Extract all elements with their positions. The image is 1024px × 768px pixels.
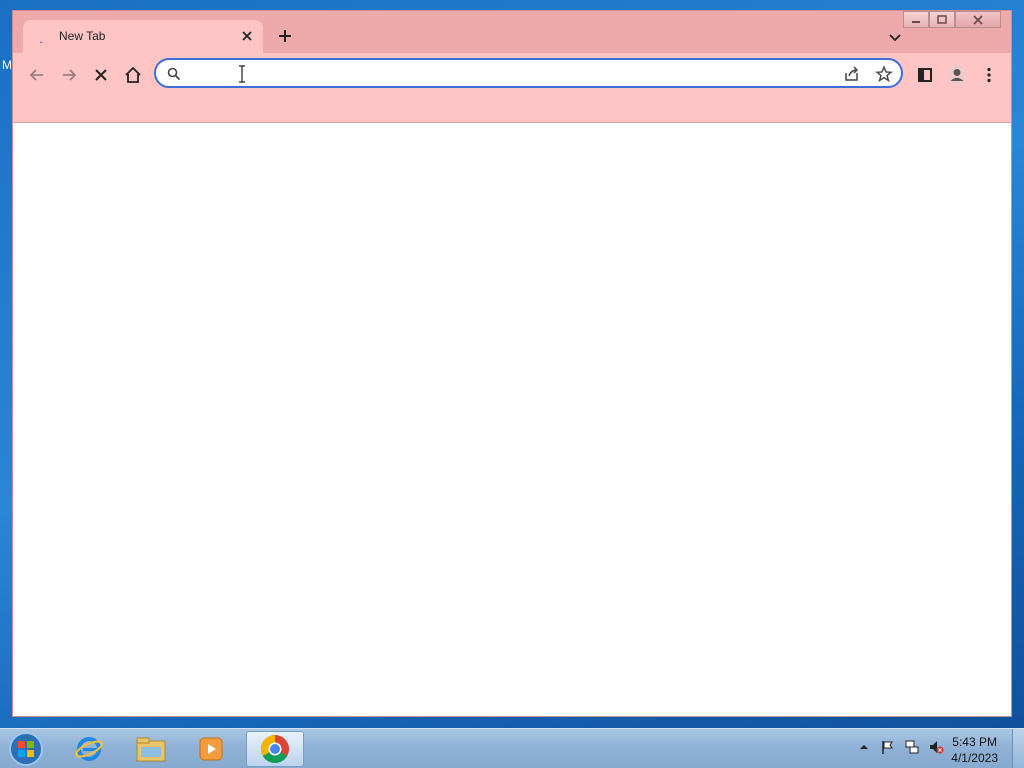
folder-icon [136,737,166,762]
address-bar[interactable] [154,58,903,88]
search-icon [167,67,181,81]
share-icon[interactable] [843,65,861,83]
start-button[interactable] [6,731,46,767]
minimize-button[interactable] [903,11,929,28]
show-desktop-button[interactable] [1012,729,1024,768]
tab-new-tab[interactable]: New Tab [23,20,263,54]
chevron-down-icon[interactable] [885,27,905,47]
network-icon[interactable] [904,739,920,755]
clock-date: 4/1/2023 [951,751,998,765]
window-controls [903,11,1001,29]
side-panel-icon [918,68,932,82]
arrow-left-icon [29,69,43,81]
new-tab-button[interactable] [275,26,295,46]
action-center-flag-icon[interactable] [880,739,896,755]
close-icon [973,14,983,25]
taskbar: 5:43 PM 4/1/2023 [0,728,1024,768]
avatar-icon [947,65,967,85]
internet-explorer-icon [75,737,103,761]
minimize-icon [912,20,920,23]
stop-loading-button[interactable] [87,61,115,89]
taskbar-chrome[interactable] [246,731,304,767]
taskbar-clock[interactable]: 5:43 PM 4/1/2023 [951,734,998,766]
page-content[interactable] [13,122,1011,716]
home-button[interactable] [119,61,147,89]
close-tab-icon[interactable] [237,26,257,46]
browser-toolbar [13,53,1011,123]
forward-button[interactable] [55,61,83,89]
system-tray [856,739,944,755]
chrome-icon [261,735,289,763]
tab-strip: New Tab [13,11,1011,54]
close-icon [95,69,107,81]
taskbar-windows-explorer[interactable] [122,731,180,767]
desktop-icon-label: M [2,58,12,72]
media-player-icon [199,737,223,761]
home-icon [125,66,141,83]
chevron-up-icon[interactable] [856,739,872,755]
restore-icon [937,14,947,24]
text-cursor-icon [239,65,245,83]
address-input[interactable] [190,64,830,84]
restore-button[interactable] [929,11,955,28]
loading-spinner-icon [40,41,43,44]
close-window-button[interactable] [955,11,1001,28]
browser-window: New Tab [12,10,1012,717]
back-button[interactable] [23,61,51,89]
profile-button[interactable] [943,61,971,89]
side-panel-button[interactable] [911,61,939,89]
arrow-right-icon [63,69,77,81]
kebab-menu-icon [987,67,991,83]
menu-button[interactable] [975,61,1003,89]
bookmark-star-icon[interactable] [875,65,893,83]
taskbar-media-player[interactable] [182,731,240,767]
tab-title: New Tab [59,29,106,43]
clock-time: 5:43 PM [952,735,997,749]
taskbar-internet-explorer[interactable] [60,731,118,767]
volume-muted-icon[interactable] [928,739,944,755]
